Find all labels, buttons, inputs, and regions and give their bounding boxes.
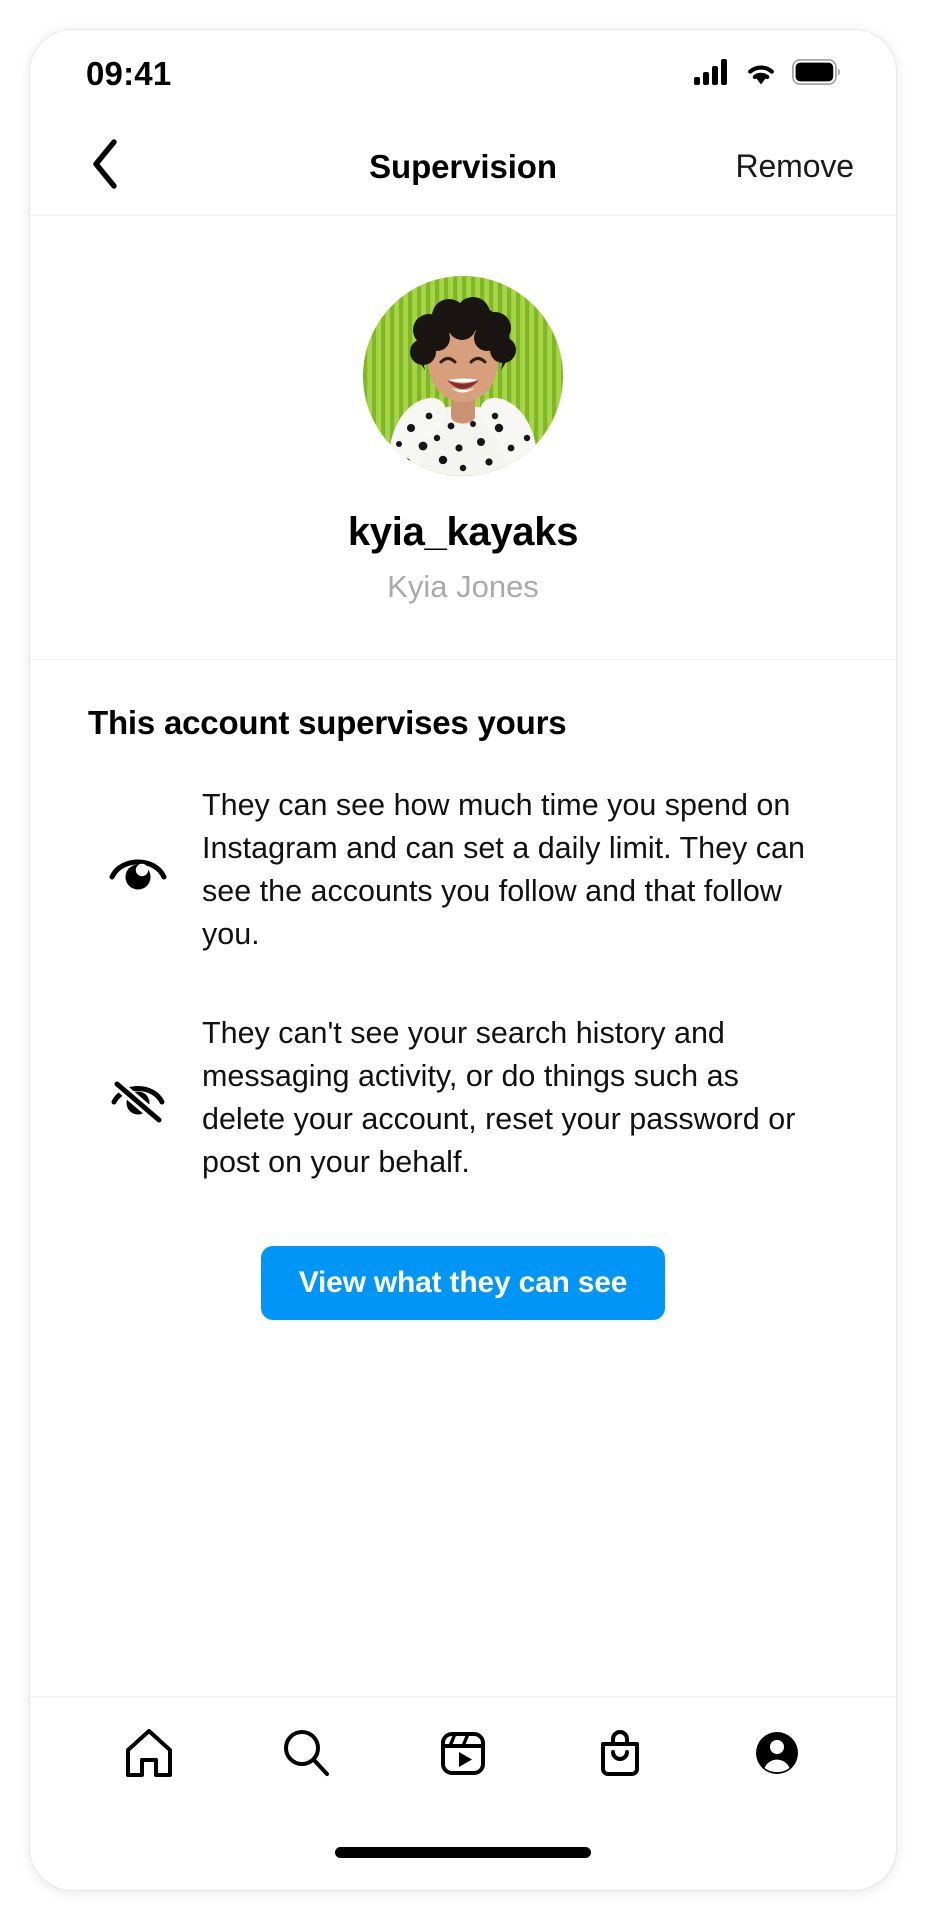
- info-row-can-see: They can see how much time you spend on …: [30, 784, 896, 956]
- battery-full-icon: [791, 58, 842, 90]
- profile-username: kyia_kayaks: [347, 510, 579, 554]
- remove-button[interactable]: Remove: [735, 148, 862, 185]
- section-title: This account supervises yours: [88, 704, 567, 741]
- avatar[interactable]: [363, 276, 563, 476]
- tab-reels[interactable]: [420, 1713, 506, 1799]
- reels-icon: [435, 1725, 491, 1786]
- screen-root: 09:41 Supervision Remove kyia_kayaks Kyi…: [0, 0, 926, 1920]
- view-what-they-can-see-button[interactable]: View what they can see: [260, 1246, 666, 1320]
- profile-fullname: Kyia Jones: [387, 569, 539, 604]
- home-indicator[interactable]: [335, 1846, 591, 1858]
- eye-icon: [90, 844, 186, 896]
- bottom-tab-bar: [30, 1696, 896, 1814]
- status-bar: 09:41: [30, 30, 896, 118]
- back-button[interactable]: [74, 136, 136, 198]
- eye-off-icon: [90, 1070, 186, 1126]
- wifi-icon: [744, 59, 778, 90]
- status-icons: [694, 58, 842, 90]
- tab-shop[interactable]: [577, 1713, 663, 1799]
- home-icon: [121, 1725, 177, 1786]
- tab-home[interactable]: [106, 1713, 192, 1799]
- shop-icon: [592, 1725, 648, 1786]
- cellular-signal-icon: [694, 58, 730, 90]
- phone-frame: 09:41 Supervision Remove kyia_kayaks Kyi…: [30, 30, 896, 1890]
- cta-container: View what they can see: [30, 1246, 896, 1320]
- tab-profile[interactable]: [734, 1713, 820, 1799]
- tab-search[interactable]: [263, 1713, 349, 1799]
- search-icon: [278, 1725, 334, 1786]
- home-indicator-area: [30, 1814, 896, 1890]
- info-text: They can't see your search history and m…: [202, 1016, 796, 1179]
- profile-block: kyia_kayaks Kyia Jones: [30, 216, 896, 660]
- chevron-left-icon: [88, 138, 122, 195]
- info-text: They can see how much time you spend on …: [202, 788, 805, 951]
- info-row-cannot-see: They can't see your search history and m…: [30, 1012, 896, 1184]
- nav-header: Supervision Remove: [30, 118, 896, 216]
- avatar-image: [363, 276, 563, 476]
- profile-icon: [749, 1725, 805, 1786]
- info-section: This account supervises yours They can s…: [30, 660, 896, 1696]
- status-time: 09:41: [86, 55, 172, 92]
